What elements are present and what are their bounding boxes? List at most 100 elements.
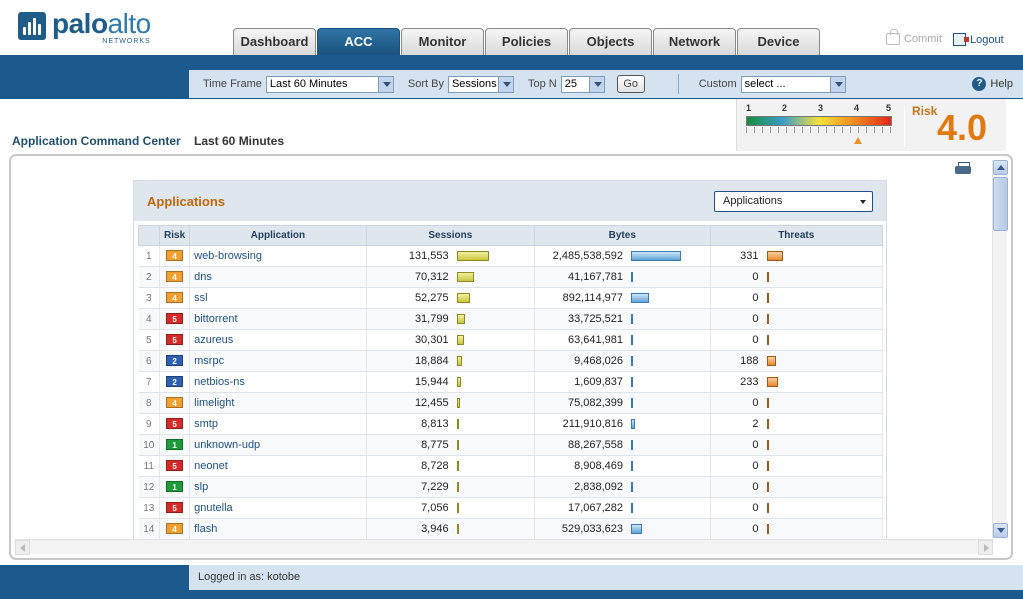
scroll-up-icon[interactable] [993,160,1008,175]
bytes-cell: 41,167,781 [534,266,711,288]
time-frame-select[interactable]: Last 60 Minutes [265,75,394,93]
sessions-cell: 18,884 [366,350,536,372]
sessions-cell: 30,301 [366,329,536,351]
risk-cell: 5 [159,329,191,351]
sessions-bar [456,335,464,345]
threats-value: 233 [740,376,759,388]
risk-badge: 4 [166,397,184,408]
tab-policies[interactable]: Policies [485,28,568,55]
top-n-select[interactable]: 25 [560,75,605,93]
sort-by-select[interactable]: Sessions [447,75,514,93]
col-application[interactable]: Application [189,225,367,246]
application-link[interactable]: bittorrent [189,308,367,330]
table-row[interactable]: 9 5 smtp 8,813 211,910,816 2 [138,413,883,435]
tab-dashboard[interactable]: Dashboard [233,28,316,55]
bytes-value: 88,267,558 [567,439,624,451]
application-link[interactable]: web-browsing [189,245,367,267]
risk-scale-2: 2 [782,103,788,113]
col-sessions[interactable]: Sessions [365,225,536,246]
commit-label: Commit [904,33,942,45]
tab-device[interactable]: Device [737,28,820,55]
threats-cell: 331 [710,245,883,267]
table-row[interactable]: 6 2 msrpc 18,884 9,468,026 188 [138,350,883,372]
application-link[interactable]: msrpc [189,350,367,372]
bytes-bar [631,272,634,282]
table-row[interactable]: 14 4 flash 3,946 529,033,623 0 [138,518,883,540]
table-row[interactable]: 5 5 azureus 30,301 63,641,981 0 [138,329,883,351]
vertical-scrollbar[interactable] [992,160,1008,538]
logout-button[interactable]: Logout [953,33,1004,46]
row-number: 7 [138,371,161,393]
scroll-thumb[interactable] [993,177,1008,231]
page-range: Last 60 Minutes [194,134,285,148]
bytes-cell: 2,838,092 [534,476,711,498]
risk-cell: 4 [159,392,191,414]
sessions-cell: 15,944 [366,371,536,393]
application-link[interactable]: slp [189,476,367,498]
application-link[interactable]: limelight [189,392,367,414]
application-link[interactable]: netbios-ns [189,371,367,393]
application-link[interactable]: ssl [189,287,367,309]
threats-cell: 2 [710,413,883,435]
row-number: 3 [138,287,161,309]
tab-acc[interactable]: ACC [317,28,400,55]
tab-network[interactable]: Network [653,28,736,55]
logged-in-status: Logged in as: kotobe [189,565,1023,590]
table-row[interactable]: 10 1 unknown-udp 8,775 88,267,558 0 [138,434,883,456]
bytes-value: 33,725,521 [567,313,624,325]
bytes-cell: 211,910,816 [534,413,711,435]
threats-cell: 0 [710,455,883,477]
risk-cell: 4 [159,287,191,309]
widget-header: Applications Applications [134,181,886,221]
threats-value: 0 [752,523,759,535]
risk-scale-3: 3 [818,103,824,113]
commit-button[interactable]: Commit [886,29,942,45]
sessions-bar [456,272,474,282]
col-bytes[interactable]: Bytes [534,225,711,246]
scroll-right-icon[interactable] [978,540,993,555]
col-risk[interactable]: Risk [159,225,191,246]
application-link[interactable]: smtp [189,413,367,435]
table-row[interactable]: 1 4 web-browsing 131,553 2,485,538,592 331 [138,245,883,267]
sessions-value: 12,455 [414,397,449,409]
table-row[interactable]: 2 4 dns 70,312 41,167,781 0 [138,266,883,288]
widget-type-value: Applications [723,195,783,207]
application-link[interactable]: flash [189,518,367,540]
bytes-value: 529,033,623 [561,523,624,535]
table-row[interactable]: 3 4 ssl 52,275 892,114,977 0 [138,287,883,309]
go-button[interactable]: Go [616,75,645,93]
application-link[interactable]: unknown-udp [189,434,367,456]
logo-brand-light: alto [107,8,152,39]
scroll-left-icon[interactable] [15,540,30,555]
threats-bar [766,377,778,387]
bytes-cell: 529,033,623 [534,518,711,540]
col-threats[interactable]: Threats [709,225,883,246]
table-row[interactable]: 13 5 gnutella 7,056 17,067,282 0 [138,497,883,519]
bytes-bar [631,335,634,345]
sessions-value: 30,301 [414,334,449,346]
application-link[interactable]: neonet [189,455,367,477]
table-row[interactable]: 4 5 bittorrent 31,799 33,725,521 0 [138,308,883,330]
application-link[interactable]: azureus [189,329,367,351]
help-button[interactable]: ? Help [972,77,1013,91]
table-row[interactable]: 7 2 netbios-ns 15,944 1,609,837 233 [138,371,883,393]
sessions-value: 131,553 [408,250,449,262]
bytes-cell: 63,641,981 [534,329,711,351]
tab-monitor[interactable]: Monitor [401,28,484,55]
horizontal-scrollbar[interactable] [15,539,993,555]
threats-cell: 0 [710,497,883,519]
risk-cell: 5 [159,497,191,519]
table-row[interactable]: 12 1 slp 7,229 2,838,092 0 [138,476,883,498]
custom-select[interactable]: select ... [740,75,846,93]
table-row[interactable]: 8 4 limelight 12,455 75,082,399 0 [138,392,883,414]
row-number: 2 [138,266,161,288]
application-link[interactable]: dns [189,266,367,288]
bytes-bar [631,314,634,324]
tab-objects[interactable]: Objects [569,28,652,55]
application-link[interactable]: gnutella [189,497,367,519]
table-row[interactable]: 11 5 neonet 8,728 8,908,469 0 [138,455,883,477]
sessions-bar [456,251,489,261]
scroll-down-icon[interactable] [993,523,1008,538]
widget-type-select[interactable]: Applications [714,191,873,212]
printer-icon[interactable] [955,162,971,176]
